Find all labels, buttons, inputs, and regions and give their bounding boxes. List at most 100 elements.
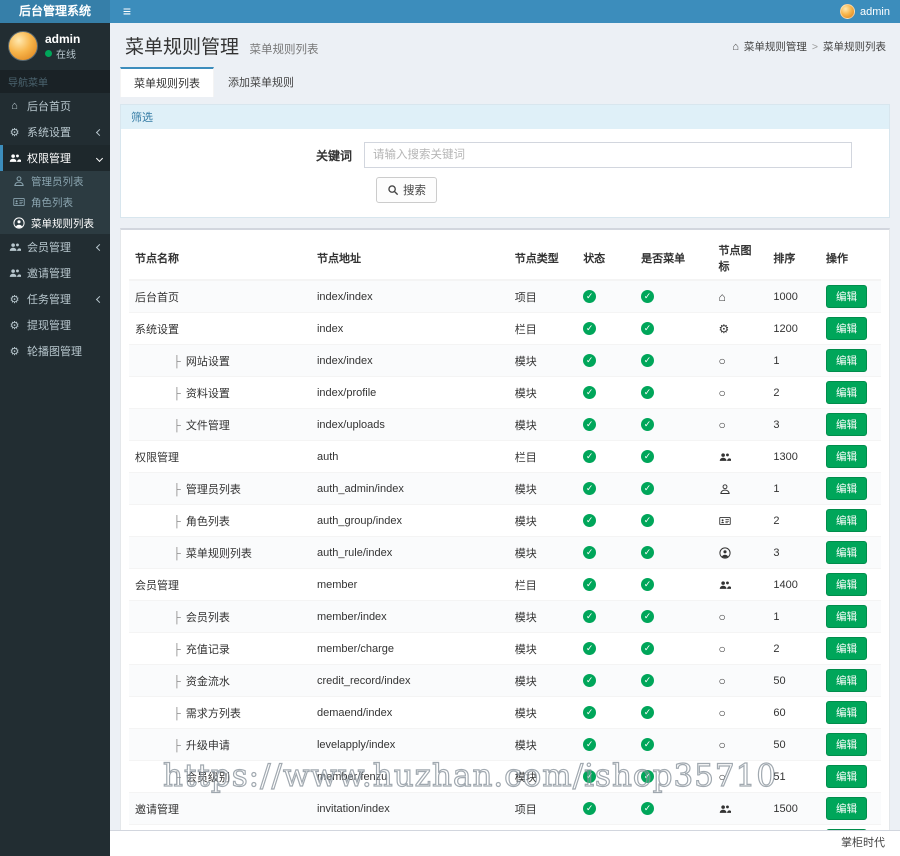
edit-button[interactable]: 编辑: [826, 413, 868, 436]
is-menu-cell[interactable]: ✓: [635, 440, 713, 473]
sidebar-menu: ⌂ 后台首页 ⚙ 系统设置 权限管理管理员列表角色列表 菜单规则列表 会员管理 邀请管理 ⚙ 任务…: [0, 93, 110, 364]
navbar-username: admin: [860, 5, 890, 18]
edit-button[interactable]: 编辑: [826, 637, 868, 660]
sort-value: 3: [767, 408, 821, 441]
sidebar-item[interactable]: 会员管理: [0, 234, 110, 260]
status-cell[interactable]: ✓: [577, 728, 636, 761]
sidebar-item[interactable]: 邀请管理: [0, 260, 110, 286]
node-path: index/index: [310, 279, 509, 313]
sort-value: 1300: [767, 440, 821, 473]
status-cell[interactable]: ✓: [577, 632, 636, 665]
is-menu-cell[interactable]: ✓: [635, 600, 713, 633]
status-cell[interactable]: ✓: [577, 536, 636, 569]
sidebar-item[interactable]: ⚙ 系统设置: [0, 119, 110, 145]
node-path: index/uploads: [310, 408, 509, 441]
check-circle-icon: ✓: [583, 802, 597, 815]
sidebar-subitem[interactable]: 菜单规则列表: [0, 213, 110, 234]
edit-button[interactable]: 编辑: [826, 669, 868, 692]
sidebar-subitem-label: 管理员列表: [31, 176, 84, 188]
sidebar-item[interactable]: ⚙ 轮播图管理: [0, 338, 110, 364]
edit-button[interactable]: 编辑: [826, 285, 868, 308]
node-type: 模块: [508, 344, 578, 377]
table-row: ├ 需求方列表 demaend/index 模块 ✓ ✓ ○ 60 编辑: [129, 696, 881, 729]
node-icon-cell: ○: [712, 728, 768, 761]
edit-button[interactable]: 编辑: [826, 701, 868, 724]
is-menu-cell[interactable]: ✓: [635, 504, 713, 537]
table-row: ├ 管理员列表 auth_admin/index 模块 ✓ ✓ 1 编辑: [129, 472, 881, 505]
check-circle-icon: ✓: [641, 546, 655, 559]
is-menu-cell[interactable]: ✓: [635, 568, 713, 601]
edit-button[interactable]: 编辑: [826, 733, 868, 756]
tab-inactive[interactable]: 添加菜单规则: [214, 67, 308, 97]
status-cell[interactable]: ✓: [577, 408, 636, 441]
edit-button[interactable]: 编辑: [826, 317, 868, 340]
edit-button[interactable]: 编辑: [826, 765, 868, 788]
breadcrumb-item[interactable]: 菜单规则列表: [823, 39, 886, 54]
keyword-input[interactable]: [364, 142, 852, 168]
sidebar-toggle-button[interactable]: ≡: [110, 0, 144, 23]
check-circle-icon: ✓: [583, 386, 597, 399]
is-menu-cell[interactable]: ✓: [635, 472, 713, 505]
status-cell[interactable]: ✓: [577, 504, 636, 537]
node-path: auth_rule/index: [310, 536, 509, 569]
is-menu-cell[interactable]: ✓: [635, 536, 713, 569]
is-menu-cell[interactable]: ✓: [635, 696, 713, 729]
sidebar-item[interactable]: 权限管理: [0, 145, 110, 171]
sidebar-item[interactable]: ⚙ 任务管理: [0, 286, 110, 312]
table-row: ├ 会员列表 member/index 模块 ✓ ✓ ○ 1 编辑: [129, 600, 881, 633]
circle-icon: ○: [718, 609, 726, 624]
is-menu-cell[interactable]: ✓: [635, 279, 713, 313]
cogs-icon: ⚙: [9, 293, 20, 306]
status-cell[interactable]: ✓: [577, 696, 636, 729]
status-cell[interactable]: ✓: [577, 376, 636, 409]
edit-button[interactable]: 编辑: [826, 797, 868, 820]
table-row: 系统设置 index 栏目 ✓ ✓ ⚙ 1200 编辑: [129, 312, 881, 345]
is-menu-cell[interactable]: ✓: [635, 792, 713, 825]
is-menu-cell[interactable]: ✓: [635, 760, 713, 793]
status-cell[interactable]: ✓: [577, 664, 636, 697]
sidebar-subitem[interactable]: 角色列表: [0, 192, 110, 213]
is-menu-cell[interactable]: ✓: [635, 408, 713, 441]
check-circle-icon: ✓: [641, 290, 655, 303]
node-name: 系统设置: [135, 323, 179, 336]
status-cell[interactable]: ✓: [577, 472, 636, 505]
is-menu-cell[interactable]: ✓: [635, 312, 713, 345]
node-icon-cell: ○: [712, 408, 768, 441]
is-menu-cell[interactable]: ✓: [635, 376, 713, 409]
status-cell[interactable]: ✓: [577, 344, 636, 377]
keyword-label: 关键词: [315, 148, 352, 163]
status-cell[interactable]: ✓: [577, 568, 636, 601]
edit-button[interactable]: 编辑: [826, 509, 868, 532]
is-menu-cell[interactable]: ✓: [635, 664, 713, 697]
is-menu-cell[interactable]: ✓: [635, 632, 713, 665]
search-button[interactable]: 搜索: [376, 177, 437, 203]
is-menu-cell[interactable]: ✓: [635, 728, 713, 761]
edit-button[interactable]: 编辑: [826, 349, 868, 372]
edit-button[interactable]: 编辑: [826, 381, 868, 404]
edit-button[interactable]: 编辑: [826, 445, 868, 468]
status-cell[interactable]: ✓: [577, 440, 636, 473]
sidebar-item[interactable]: ⌂ 后台首页: [0, 93, 110, 119]
is-menu-cell[interactable]: ✓: [635, 344, 713, 377]
status-cell[interactable]: ✓: [577, 600, 636, 633]
node-type: 项目: [508, 279, 578, 313]
node-name: 角色列表: [185, 515, 230, 528]
node-name: 后台首页: [135, 291, 179, 304]
node-icon-cell: ○: [712, 632, 768, 665]
check-circle-icon: ✓: [641, 610, 655, 623]
edit-button[interactable]: 编辑: [826, 541, 868, 564]
status-cell[interactable]: ✓: [577, 792, 636, 825]
status-cell[interactable]: ✓: [577, 760, 636, 793]
breadcrumb-item[interactable]: 菜单规则管理: [744, 39, 807, 54]
edit-button[interactable]: 编辑: [826, 605, 868, 628]
navbar-user-menu[interactable]: admin: [840, 0, 890, 23]
tab-active[interactable]: 菜单规则列表: [120, 67, 214, 97]
node-path: demaend/index: [310, 696, 509, 729]
status-cell[interactable]: ✓: [577, 312, 636, 345]
sort-value: 3: [767, 536, 821, 569]
sidebar-subitem[interactable]: 管理员列表: [0, 171, 110, 192]
edit-button[interactable]: 编辑: [826, 477, 868, 500]
sidebar-item[interactable]: ⚙ 提现管理: [0, 312, 110, 338]
status-cell[interactable]: ✓: [577, 279, 636, 313]
edit-button[interactable]: 编辑: [826, 573, 868, 596]
